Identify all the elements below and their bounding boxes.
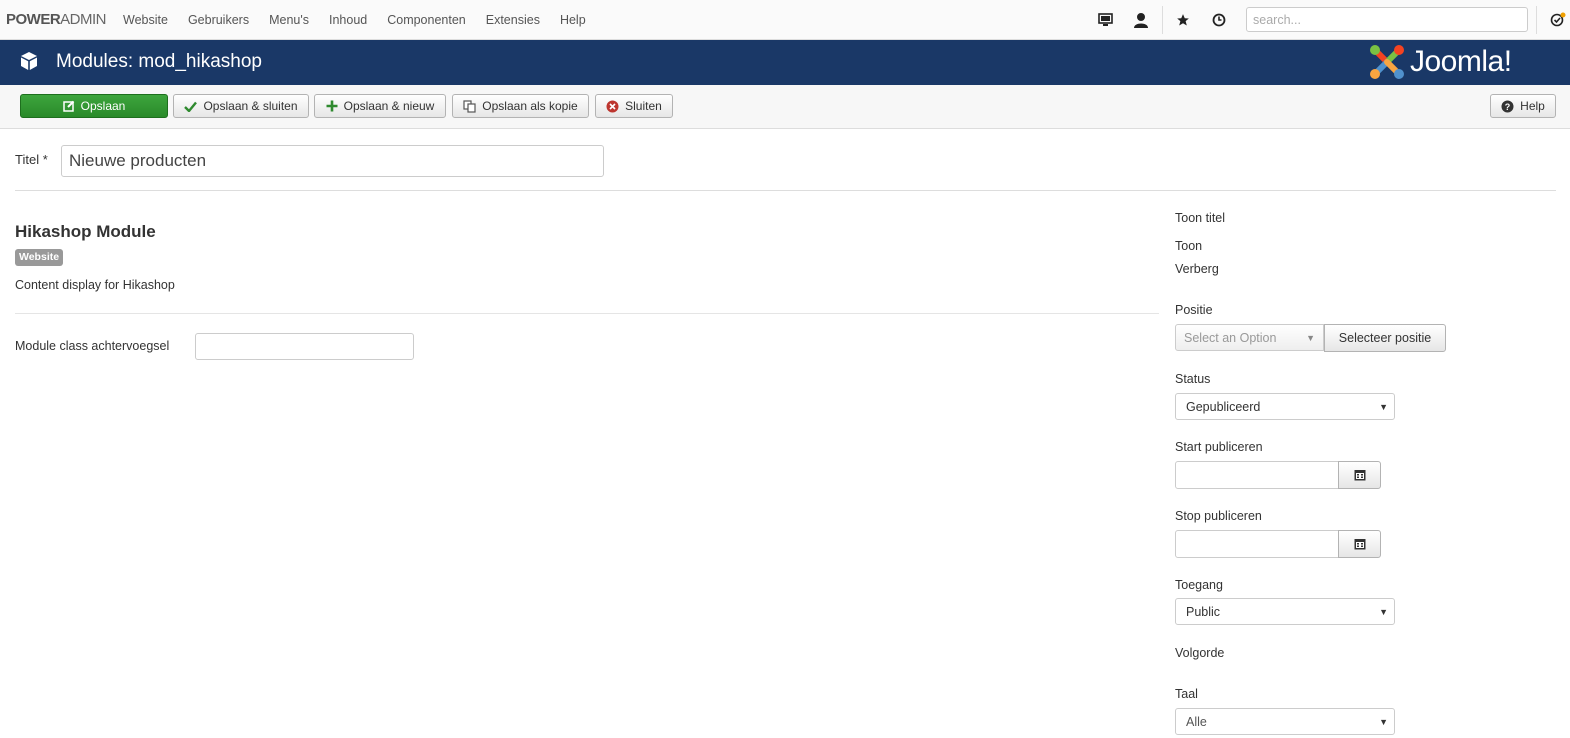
menu-item-menus[interactable]: Menu's: [259, 13, 319, 27]
user-icon[interactable]: [1131, 10, 1151, 30]
menu-item-componenten[interactable]: Componenten: [377, 13, 476, 27]
menu-item-help[interactable]: Help: [550, 13, 596, 27]
plus-icon: [326, 100, 338, 112]
brand-part2: ADMIN: [60, 11, 107, 28]
select-position-button[interactable]: Selecteer positie: [1324, 324, 1446, 352]
divider: [1536, 6, 1537, 34]
access-select-value: Public: [1186, 604, 1221, 619]
save-button-label: Opslaan: [80, 99, 126, 113]
calendar-icon: [1354, 470, 1365, 481]
copy-icon: [463, 99, 476, 113]
save-close-button[interactable]: Opslaan & sluiten: [173, 94, 309, 118]
divider: [1162, 6, 1163, 34]
start-publishing-calendar-button[interactable]: [1338, 461, 1381, 489]
caret-down-icon: ▼: [1379, 607, 1388, 617]
status-select[interactable]: Gepubliceerd ▼: [1175, 393, 1395, 420]
module-class-suffix-input[interactable]: [195, 333, 414, 360]
close-button[interactable]: Sluiten: [595, 94, 673, 118]
access-select[interactable]: Public ▼: [1175, 598, 1395, 625]
stop-publishing-input[interactable]: [1175, 530, 1339, 558]
module-heading: Hikashop Module: [15, 222, 156, 241]
menu-item-website[interactable]: Website: [113, 13, 178, 27]
show-title-option-show[interactable]: Toon: [1175, 239, 1202, 253]
question-circle-icon: ?: [1501, 100, 1514, 113]
caret-down-icon: ▼: [1379, 717, 1388, 727]
position-label: Positie: [1175, 303, 1213, 317]
title-input[interactable]: [61, 145, 604, 177]
module-description: Content display for Hikashop: [15, 278, 175, 292]
site-badge: Website: [15, 249, 64, 266]
status-label: Status: [1175, 372, 1211, 386]
save-copy-button[interactable]: Opslaan als kopie: [452, 94, 589, 118]
save-new-button[interactable]: Opslaan & nieuw: [314, 94, 446, 118]
caret-down-icon: ▼: [1379, 402, 1388, 412]
save-copy-label: Opslaan als kopie: [482, 99, 578, 113]
position-select-placeholder: Select an Option: [1184, 330, 1277, 345]
calendar-icon: [1354, 539, 1365, 550]
cube-icon: [19, 51, 39, 74]
check-icon: [184, 101, 198, 112]
start-publishing-label: Start publiceren: [1175, 440, 1263, 454]
start-publishing-input[interactable]: [1175, 461, 1339, 489]
stop-publishing-label: Stop publiceren: [1175, 509, 1262, 523]
language-select-value: Alle: [1186, 714, 1207, 729]
caret-down-icon: ▼: [1306, 333, 1315, 343]
star-icon[interactable]: [1173, 10, 1193, 30]
menu-item-extensies[interactable]: Extensies: [476, 13, 550, 27]
monitor-icon[interactable]: [1095, 10, 1115, 30]
joomla-logo-text: Joomla!: [1410, 45, 1512, 78]
show-title-option-hide[interactable]: Verberg: [1175, 262, 1219, 276]
ordering-label: Volgorde: [1175, 646, 1225, 660]
help-button[interactable]: ? Help: [1490, 94, 1556, 118]
close-label: Sluiten: [625, 99, 662, 113]
divider: [15, 190, 1556, 191]
access-label: Toegang: [1175, 578, 1223, 592]
module-class-suffix-label: Module class achtervoegsel: [15, 339, 170, 353]
position-select[interactable]: Select an Option ▼: [1175, 324, 1324, 351]
stop-publishing-calendar-button[interactable]: [1338, 530, 1381, 558]
save-button[interactable]: Opslaan: [20, 94, 168, 118]
menu-item-inhoud[interactable]: Inhoud: [319, 13, 377, 27]
clock-icon[interactable]: [1209, 10, 1229, 30]
show-title-label: Toon titel: [1175, 211, 1226, 225]
help-label: Help: [1520, 99, 1545, 113]
brand-logo[interactable]: POWERADMIN: [6, 11, 107, 28]
menu-item-gebruikers[interactable]: Gebruikers: [178, 13, 259, 27]
status-select-value: Gepubliceerd: [1186, 399, 1261, 414]
save-new-label: Opslaan & nieuw: [343, 99, 435, 113]
page-title: Modules: mod_hikashop: [56, 51, 262, 72]
svg-text:?: ?: [1505, 102, 1511, 112]
cancel-circle-icon: [606, 100, 619, 113]
top-navbar: POWERADMIN Website Gebruikers Menu's Inh…: [0, 0, 1570, 40]
toolbar: Opslaan Opslaan & sluiten Opslaan & nieu…: [0, 85, 1570, 129]
language-label: Taal: [1175, 687, 1198, 701]
language-select[interactable]: Alle ▼: [1175, 708, 1395, 735]
main-menu: Website Gebruikers Menu's Inhoud Compone…: [113, 0, 596, 40]
edit-icon: [62, 100, 75, 112]
divider: [15, 313, 1159, 314]
title-label: Titel *: [15, 152, 48, 167]
joomla-logo: Joomla!: [1368, 43, 1512, 81]
brand-part1: POWER: [6, 11, 61, 28]
check-circle-icon[interactable]: [1548, 10, 1568, 30]
search-input[interactable]: [1246, 7, 1528, 32]
save-close-label: Opslaan & sluiten: [203, 99, 298, 113]
page-header: Modules: mod_hikashop Joomla!: [0, 40, 1570, 85]
joomla-logo-icon: [1370, 45, 1404, 79]
